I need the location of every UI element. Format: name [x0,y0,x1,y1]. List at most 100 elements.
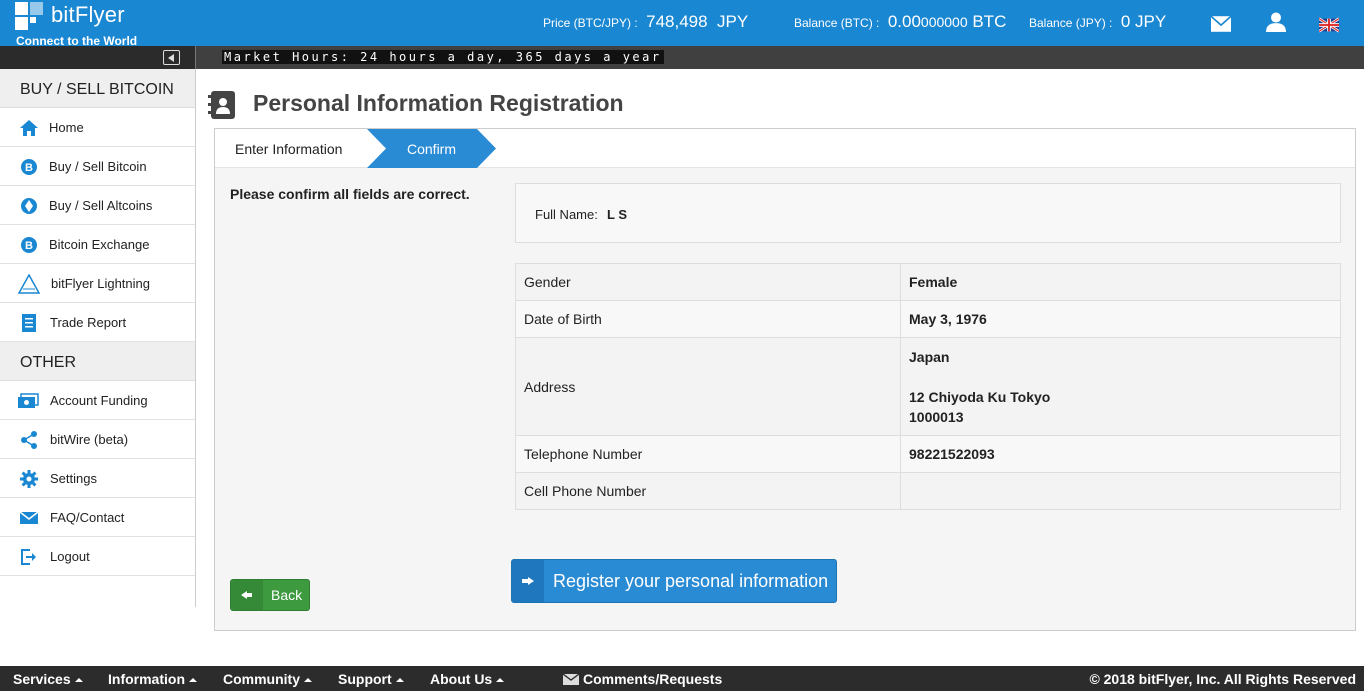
caret-up-icon [74,678,83,682]
sidebar-item-buy-sell-bitcoin[interactable]: B Buy / Sell Bitcoin [0,147,195,186]
sidebar-item-bitflyer-lightning[interactable]: bitFlyer Lightning [0,264,195,303]
footer-about-us[interactable]: About Us [430,671,505,687]
copyright: © 2018 bitFlyer, Inc. All Rights Reserve… [1089,671,1356,687]
footer-services[interactable]: Services [13,671,83,687]
bitflyer-logo[interactable]: bitFlyer Connect to the World [15,2,185,48]
footer-comments-requests[interactable]: Comments/Requests [562,671,723,687]
sidebar-item-bitwire[interactable]: bitWire (beta) [0,420,195,459]
footer-about-label: About Us [430,671,493,687]
bitcoin-icon: B [21,159,37,175]
funding-icon [18,393,39,408]
sidebar-toggle-area [0,46,196,69]
footer-bar: Services Information Community Support A… [0,666,1364,691]
step-confirm: Confirm [407,141,457,157]
sidebar-item-label: FAQ/Contact [50,510,125,525]
sidebar-item-account-funding[interactable]: Account Funding [0,381,195,420]
arrow-right-icon [512,560,544,602]
sidebar-section-buy-sell: BUY / SELL BITCOIN [0,69,195,108]
collapse-sidebar-icon[interactable] [163,50,180,65]
footer-services-label: Services [13,671,71,687]
sidebar-item-label: Logout [50,549,90,564]
back-button-label: Back [271,587,303,603]
confirm-message: Please confirm all fields are correct. [230,186,470,202]
balance-btc-unit: BTC [967,12,1007,31]
price-readout: Price (BTC/JPY) : 748,498 JPY [543,12,748,32]
balance-jpy-label: Balance (JPY) : [1029,16,1113,30]
sidebar-item-label: Home [49,120,84,135]
balance-btc-readout: Balance (BTC) : 0.00000000 BTC [794,12,1006,32]
balance-btc-main: 0.00 [887,12,921,31]
back-button[interactable]: Back [230,579,310,611]
caret-up-icon [496,678,505,682]
report-icon [22,314,36,332]
mail-icon[interactable] [1211,14,1231,34]
sidebar-item-buy-sell-altcoins[interactable]: Buy / Sell Altcoins [0,186,195,225]
user-icon[interactable] [1266,12,1286,32]
sidebar-section-other: OTHER [0,342,195,381]
sidebar-item-home[interactable]: Home [0,108,195,147]
cell-phone-label: Cell Phone Number [515,472,901,510]
address-label: Address [515,337,901,436]
footer-support[interactable]: Support [338,671,404,687]
caret-up-icon [304,678,312,682]
sidebar-item-label: Account Funding [50,393,148,408]
step-enter-information: Enter Information [235,141,343,157]
registration-panel: Enter Information Confirm Please confirm… [214,128,1356,631]
sidebar-item-label: bitWire (beta) [50,432,129,447]
sidebar-item-logout[interactable]: Logout [0,537,195,576]
personal-info-table: Gender Female Date of Birth May 3, 1976 … [515,263,1341,510]
balance-btc-label: Balance (BTC) : [794,16,880,30]
brand-name: bitFlyer [51,2,125,27]
full-name-box: Full Name: L S [515,183,1341,243]
register-button-label: Register your personal information [553,571,829,591]
page-title: Personal Information Registration [253,90,624,116]
sidebar-item-bitcoin-exchange[interactable]: B Bitcoin Exchange [0,225,195,264]
balance-jpy-readout: Balance (JPY) : 0 JPY [1029,12,1166,32]
price-label: Price (BTC/JPY) : [543,16,638,30]
balance-jpy-value: 0 JPY [1120,12,1167,31]
sidebar-item-label: Buy / Sell Bitcoin [49,159,147,174]
gear-icon [20,470,38,488]
share-icon [21,431,37,449]
lightning-icon [17,274,41,294]
footer-information[interactable]: Information [108,671,197,687]
sidebar-item-trade-report[interactable]: Trade Report [0,303,195,342]
logo-mark-icon [15,2,45,30]
mail-icon [19,511,39,524]
sidebar-item-label: Trade Report [50,315,127,330]
footer-community[interactable]: Community [223,671,312,687]
caret-up-icon [189,678,197,682]
footer-information-label: Information [108,671,185,687]
footer-comments-label: Comments/Requests [583,671,723,687]
telephone-label: Telephone Number [515,435,901,473]
price-value: 748,498 JPY [646,12,749,31]
step-indicator: Enter Information Confirm [215,129,1355,168]
uk-flag-icon[interactable] [1319,15,1339,35]
table-row: Gender Female [515,263,1341,301]
table-row: Telephone Number 98221522093 [515,435,1341,473]
telephone-value: 98221522093 [900,435,1341,473]
top-header: bitFlyer Connect to the World Price (BTC… [0,0,1364,48]
balance-btc-value: 0.00000000 BTC [888,12,1007,31]
sidebar-item-faq-contact[interactable]: FAQ/Contact [0,498,195,537]
mail-icon [562,673,580,685]
address-spacer [909,367,1332,387]
dob-value: May 3, 1976 [900,300,1341,338]
svg-text:B: B [25,240,33,252]
sidebar-item-label: Bitcoin Exchange [49,237,150,252]
contact-book-icon [208,91,235,119]
gender-label: Gender [515,263,901,301]
caret-up-icon [395,678,404,682]
full-name-value: L S [607,207,627,222]
address-country: Japan [909,348,950,365]
cell-phone-value [900,472,1341,510]
sidebar-item-label: bitFlyer Lightning [51,276,150,291]
footer-support-label: Support [338,671,392,687]
logout-icon [21,549,36,565]
sidebar-item-settings[interactable]: Settings [0,459,195,498]
address-street: 12 Chiyoda Ku Tokyo [909,388,1051,405]
register-button[interactable]: Register your personal information [511,559,837,603]
svg-text:B: B [25,162,33,174]
sidebar: BUY / SELL BITCOIN Home B Buy / Sell Bit… [0,69,196,607]
full-name-label: Full Name: [535,207,598,222]
